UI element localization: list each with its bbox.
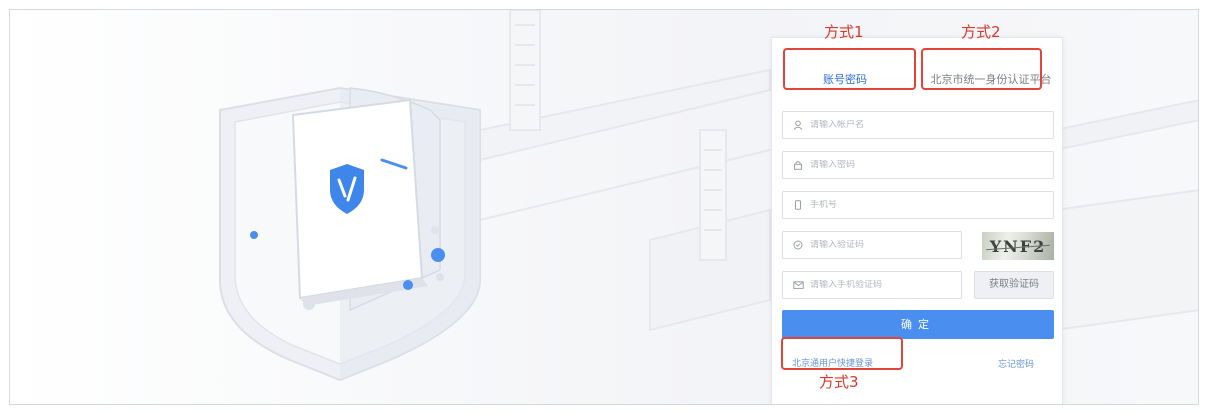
user-icon [791,118,805,132]
submit-button[interactable]: 确定 [782,310,1054,339]
captcha-icon [791,238,805,252]
password-field[interactable] [782,151,1054,179]
annotation-method1-label: 方式1 [824,23,864,41]
annotation-method2-label: 方式2 [961,23,1001,41]
annotation-method3-label: 方式3 [819,373,859,391]
phone-icon [791,198,805,212]
phone-field[interactable] [782,191,1054,219]
get-code-button[interactable]: 获取验证码 [974,271,1054,299]
forgot-password-link[interactable]: 忘记密码 [998,357,1034,370]
account-input[interactable] [810,120,990,130]
captcha-input[interactable] [810,240,950,250]
password-input[interactable] [810,160,990,170]
account-field[interactable] [782,111,1054,139]
shield-illustration [219,86,481,382]
mail-icon [791,278,805,292]
annotation-method3-box [781,337,903,370]
lock-icon [791,158,805,172]
captcha-field[interactable] [782,231,962,259]
captcha-image[interactable]: YNF2 [982,232,1054,260]
sms-code-input[interactable] [810,280,950,290]
phone-input[interactable] [810,200,990,210]
annotation-method2-box [921,48,1042,90]
page-frame: 账号密码 北京市统一身份认证平台 请输入帐户名 手机号 请输入验证码 YNF2 … [9,9,1199,405]
annotation-method1-box [783,48,916,90]
sms-code-field[interactable] [782,271,962,299]
